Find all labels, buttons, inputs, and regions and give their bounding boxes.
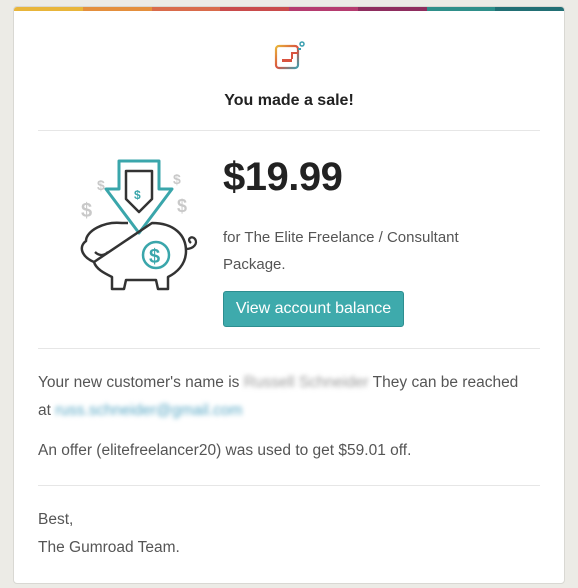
customer-at-text: at	[38, 402, 51, 419]
customer-name-redacted: Russell Schneider	[243, 374, 369, 391]
customer-email-link[interactable]: russ.schneider@gmail.com	[55, 397, 242, 425]
customer-reach-text: They can be reached	[368, 374, 519, 391]
email-card: You made a sale! $ $ $ $ $ $ $19.99 for …	[13, 6, 565, 584]
divider	[38, 130, 540, 131]
signoff-line2: The Gumroad Team.	[38, 539, 180, 556]
svg-text:$: $	[177, 196, 187, 216]
headline: You made a sale!	[224, 92, 354, 109]
svg-text:$: $	[97, 177, 105, 193]
gumroad-logo-icon	[274, 41, 305, 70]
signoff-line1: Best,	[38, 511, 74, 528]
signoff: Best, The Gumroad Team.	[38, 506, 543, 562]
svg-text:$: $	[134, 188, 141, 202]
customer-info: Your new customer's name is Russell Schn…	[38, 369, 543, 425]
view-account-balance-button[interactable]: View account balance	[223, 291, 404, 327]
piggy-bank-icon: $ $ $ $ $ $	[80, 159, 198, 291]
product-description: for The Elite Freelance / Consultant Pac…	[223, 229, 459, 273]
divider	[38, 348, 540, 349]
svg-text:$: $	[173, 171, 181, 187]
top-color-stripe	[14, 7, 564, 11]
svg-text:$: $	[81, 200, 92, 222]
sale-amount: $19.99	[223, 155, 343, 199]
divider	[38, 485, 540, 486]
customer-name-prefix: Your new customer's name is	[38, 374, 240, 391]
svg-text:$: $	[149, 246, 160, 268]
offer-text: An offer (elitefreelancer20) was used to…	[38, 442, 412, 459]
